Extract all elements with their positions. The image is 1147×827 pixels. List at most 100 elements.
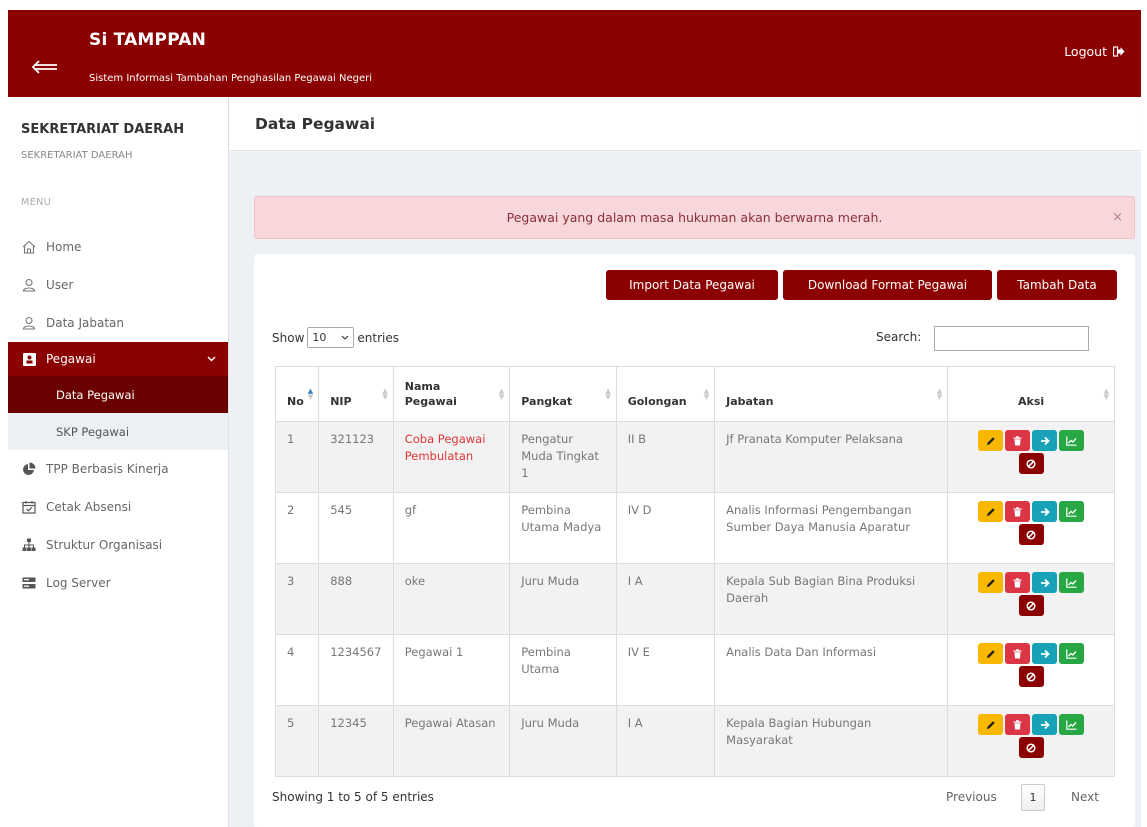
page-1-button[interactable]: 1: [1021, 784, 1045, 811]
edit-button[interactable]: [978, 430, 1004, 451]
download-format-button[interactable]: Download Format Pegawai: [783, 270, 992, 300]
edit-button[interactable]: [978, 643, 1004, 664]
cell-jabatan: Analis Data Dan Informasi: [714, 634, 949, 706]
delete-button[interactable]: [1005, 501, 1031, 522]
app-subtitle: Sistem Informasi Tambahan Penghasilan Pe…: [89, 73, 372, 84]
sort-icon: ▲ ▼: [1103, 387, 1109, 401]
column-header-pangkat[interactable]: Pangkat ▲ ▼: [509, 366, 617, 422]
delete-button[interactable]: [1005, 572, 1031, 593]
cell-pangkat: Juru Muda: [509, 705, 617, 777]
pencil-icon: [986, 720, 995, 729]
line-chart-icon: [1066, 507, 1077, 517]
table-row: 4 1234567 Pegawai 1 Pembina Utama IV E Analis…: [274, 634, 1115, 706]
ban-button[interactable]: [1018, 453, 1044, 474]
column-label: NIP: [330, 394, 352, 408]
cell-jabatan: Analis Informasi Pengembangan Sumber Day…: [714, 492, 949, 564]
add-data-button[interactable]: Tambah Data: [997, 270, 1117, 300]
sidebar-item-data-jabatan[interactable]: Data Jabatan: [8, 304, 228, 342]
cell-golongan: IV D: [615, 492, 716, 564]
user-icon: [21, 277, 37, 293]
action-buttons: [972, 714, 1091, 758]
cell-pangkat: Juru Muda: [509, 563, 617, 635]
sidebar-item-label: TPP Berbasis Kinerja: [46, 462, 169, 476]
edit-button[interactable]: [978, 501, 1004, 522]
chart-button[interactable]: [1059, 430, 1085, 451]
table-row: 1 321123 Coba Pegawai Pembulatan Pengatur M…: [274, 421, 1115, 493]
back-arrow-icon[interactable]: [32, 60, 58, 74]
column-header-golongan[interactable]: Golongan ▲ ▼: [615, 366, 716, 422]
detail-button[interactable]: [1032, 643, 1058, 664]
cell-aksi: [947, 634, 1115, 706]
column-header-no[interactable]: No ▲ ▼: [274, 366, 320, 422]
cell-jabatan: Jf Pranata Komputer Pelaksana: [714, 421, 949, 493]
org-subtitle: SEKRETARIAT DAERAH: [21, 150, 133, 161]
home-icon: [21, 239, 37, 255]
chart-button[interactable]: [1059, 643, 1085, 664]
cell-pangkat: Pembina Utama Madya: [509, 492, 617, 564]
cell-aksi: [947, 705, 1115, 777]
delete-button[interactable]: [1005, 714, 1031, 735]
search-input[interactable]: [934, 326, 1089, 351]
ban-icon: [1026, 600, 1036, 611]
detail-button[interactable]: [1032, 430, 1058, 451]
sidebar-item-struktur-organisasi[interactable]: Struktur Organisasi: [8, 526, 228, 564]
sidebar-item-user[interactable]: User: [8, 266, 228, 304]
detail-button[interactable]: [1032, 572, 1058, 593]
cell-aksi: [947, 492, 1115, 564]
line-chart-icon: [1066, 436, 1077, 446]
detail-button[interactable]: [1032, 714, 1058, 735]
sort-icon: ▲ ▼: [936, 387, 943, 401]
column-header-nip[interactable]: NIP ▲ ▼: [318, 366, 394, 422]
sidebar-item-cetak-absensi[interactable]: Cetak Absensi: [8, 488, 228, 526]
info-alert: Pegawai yang dalam masa hukuman akan ber…: [254, 196, 1135, 239]
sidebar-item-home[interactable]: Home: [8, 228, 228, 266]
sidebar-item-tpp[interactable]: TPP Berbasis Kinerja: [8, 450, 228, 488]
ban-button[interactable]: [1018, 737, 1044, 758]
cell-no: 3: [274, 563, 320, 635]
action-buttons: [972, 572, 1091, 616]
logout-button[interactable]: Logout: [1064, 44, 1125, 59]
user-icon: [21, 315, 37, 331]
previous-button[interactable]: Previous: [946, 790, 997, 804]
ban-button[interactable]: [1018, 524, 1044, 545]
cell-nip: 1234567: [318, 634, 394, 706]
table-row: 3 888 oke Juru Muda I A Kepala Sub Bagian Bin…: [274, 563, 1115, 635]
chart-button[interactable]: [1059, 501, 1085, 522]
show-label: Show: [272, 330, 305, 345]
sidebar-item-data-pegawai[interactable]: Data Pegawai: [8, 376, 228, 413]
show-entries: Show 10 entries: [272, 327, 399, 348]
cell-pangkat: Pengatur Muda Tingkat 1: [509, 421, 617, 493]
ban-button[interactable]: [1018, 666, 1044, 687]
page-header: Data Pegawai: [229, 97, 1141, 151]
delete-button[interactable]: [1005, 643, 1031, 664]
detail-button[interactable]: [1032, 501, 1058, 522]
cell-jabatan: Kepala Sub Bagian Bina Produksi Daerah: [714, 563, 949, 635]
sidebar-item-log-server[interactable]: Log Server: [8, 564, 228, 602]
trash-icon: [1013, 648, 1022, 658]
entries-select[interactable]: 10: [307, 327, 355, 348]
cell-no: 5: [274, 705, 320, 777]
next-button[interactable]: Next: [1071, 790, 1099, 804]
sidebar-item-pegawai[interactable]: Pegawai: [8, 342, 228, 376]
column-header-aksi[interactable]: Aksi ▲ ▼: [947, 366, 1115, 422]
close-icon[interactable]: ×: [1112, 210, 1123, 225]
arrow-right-icon: [1040, 436, 1050, 445]
cell-golongan: II B: [615, 421, 716, 493]
edit-button[interactable]: [978, 714, 1004, 735]
import-data-button[interactable]: Import Data Pegawai: [606, 270, 778, 300]
column-header-nama[interactable]: Nama Pegawai ▲ ▼: [392, 366, 511, 422]
column-header-jabatan[interactable]: Jabatan ▲ ▼: [714, 366, 949, 422]
edit-button[interactable]: [978, 572, 1004, 593]
delete-button[interactable]: [1005, 430, 1031, 451]
cell-jabatan: Kepala Bagian Hubungan Masyarakat: [714, 705, 949, 777]
cell-nama: Pegawai Atasan: [392, 705, 511, 777]
page-title: Data Pegawai: [255, 115, 376, 133]
chart-button[interactable]: [1059, 714, 1085, 735]
sidebar: SEKRETARIAT DAERAH SEKRETARIAT DAERAH ME…: [8, 97, 229, 827]
ban-button[interactable]: [1018, 595, 1044, 616]
app-title: Si TAMPPAN: [89, 30, 207, 50]
id-card-icon: [21, 351, 37, 367]
column-label: Aksi: [1018, 394, 1045, 408]
chart-button[interactable]: [1059, 572, 1085, 593]
sidebar-item-skp-pegawai[interactable]: SKP Pegawai: [8, 413, 228, 450]
